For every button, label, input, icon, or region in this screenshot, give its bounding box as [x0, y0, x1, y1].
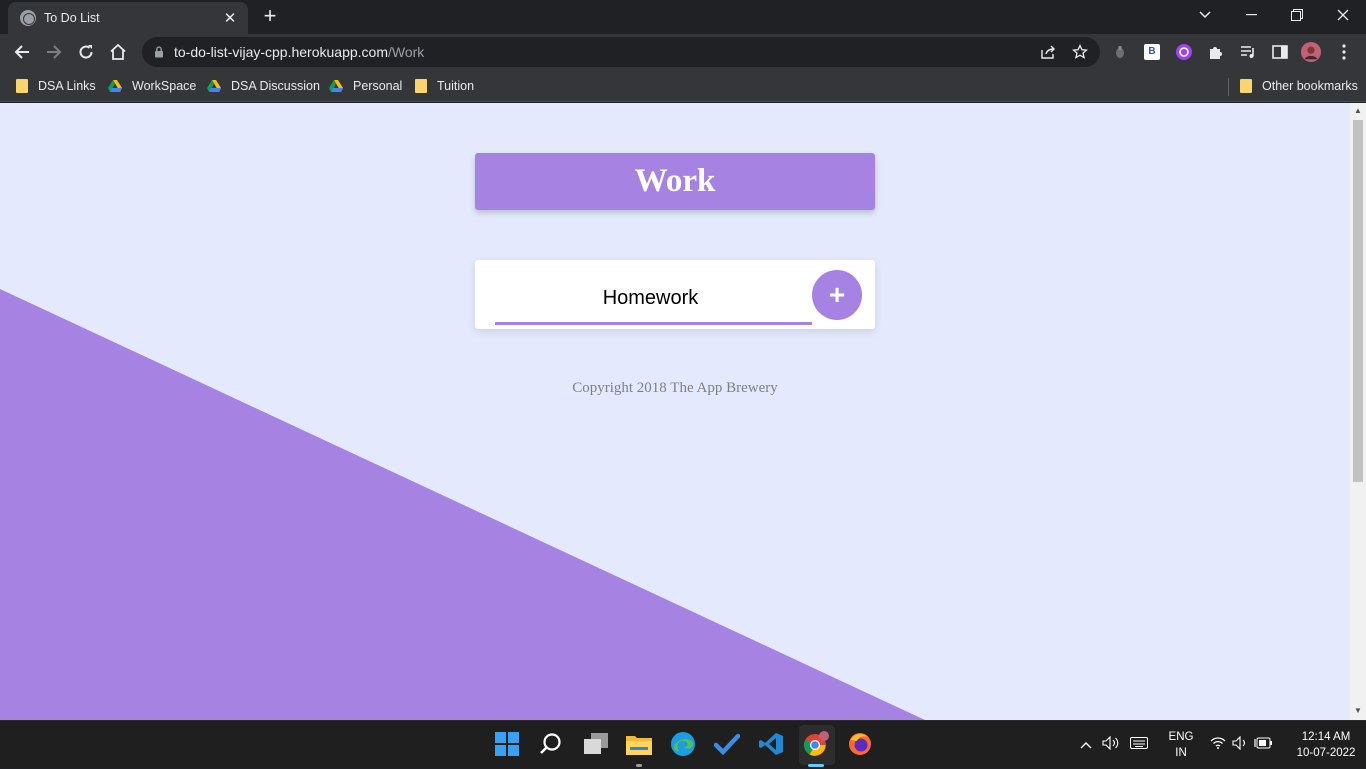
home-button[interactable]: [104, 38, 132, 66]
edge-browser-icon[interactable]: [670, 731, 696, 757]
restore-button[interactable]: [1274, 0, 1320, 30]
list-heading-box: Work: [475, 153, 875, 210]
bookmark-dsa-discussion[interactable]: DSA Discussion: [207, 77, 320, 95]
side-panel-icon[interactable]: [1270, 42, 1290, 62]
minimize-button[interactable]: [1228, 0, 1274, 30]
menu-kebab-icon[interactable]: [1334, 42, 1354, 62]
vscode-icon[interactable]: [758, 731, 784, 757]
windows-start-icon[interactable]: [494, 731, 520, 757]
todo-app-icon[interactable]: [714, 731, 740, 757]
folder-icon: [1240, 79, 1252, 93]
restore-icon: [1291, 9, 1303, 21]
tab-strip: To Do List ✕ +: [0, 0, 1366, 34]
clock[interactable]: 12:14 AM 10-07-2022: [1292, 729, 1360, 761]
chevron-down-icon: [1199, 11, 1211, 19]
search-icon[interactable]: [538, 731, 564, 757]
bookmark-tuition[interactable]: Tuition: [415, 77, 474, 95]
new-item-input[interactable]: [495, 274, 812, 325]
bookmark-star-icon[interactable]: [1071, 43, 1089, 61]
address-bar[interactable]: to-do-list-vijay-cpp.herokuapp.com/Work: [142, 37, 1100, 67]
firefox-icon[interactable]: [847, 731, 873, 757]
keyboard-icon[interactable]: [1130, 736, 1148, 754]
windows-taskbar: ENG IN 12:14 AM 10-07-2022: [0, 720, 1366, 768]
scroll-thumb[interactable]: [1353, 120, 1363, 482]
bookmark-personal[interactable]: Personal: [329, 77, 402, 95]
bookmark-workspace[interactable]: WorkSpace: [108, 77, 196, 95]
folder-icon: [415, 79, 427, 93]
scroll-down-arrow[interactable]: ▼: [1353, 706, 1363, 716]
scroll-up-arrow[interactable]: ▲: [1353, 106, 1363, 116]
lock-icon[interactable]: [150, 43, 168, 61]
volume-icon[interactable]: [1232, 735, 1248, 755]
close-window-button[interactable]: [1320, 0, 1366, 30]
explorer-open-indicator: [636, 764, 642, 767]
arrow-right-icon: [47, 45, 62, 59]
add-item-button[interactable]: +: [812, 270, 862, 320]
language-indicator[interactable]: ENG IN: [1166, 729, 1196, 761]
google-drive-icon: [108, 80, 122, 92]
new-item-form: +: [475, 260, 875, 329]
forward-button[interactable]: [40, 38, 68, 66]
close-icon: [1337, 9, 1349, 21]
folder-icon: [16, 79, 28, 93]
footer-copyright: Copyright 2018 The App Brewery: [572, 380, 778, 396]
url-text[interactable]: to-do-list-vijay-cpp.herokuapp.com/Work: [174, 44, 424, 60]
browser-toolbar: to-do-list-vijay-cpp.herokuapp.com/Work …: [0, 34, 1366, 70]
speaker-icon[interactable]: [1102, 735, 1120, 755]
reload-button[interactable]: [72, 38, 100, 66]
media-queue-icon[interactable]: [1238, 42, 1258, 62]
task-view-icon[interactable]: [583, 731, 609, 757]
close-tab-icon[interactable]: ✕: [222, 9, 238, 27]
reload-icon: [79, 45, 93, 59]
browser-tab[interactable]: To Do List ✕: [8, 2, 248, 34]
minimize-icon: [1245, 14, 1257, 16]
chrome-icon[interactable]: [803, 731, 829, 757]
page-scrollbar[interactable]: ▲ ▼: [1350, 103, 1366, 720]
globe-icon: [20, 10, 36, 26]
back-button[interactable]: [8, 38, 36, 66]
extensions-puzzle-icon[interactable]: [1206, 42, 1226, 62]
system-tray: ENG IN 12:14 AM 10-07-2022: [1078, 721, 1360, 769]
new-tab-button[interactable]: +: [258, 5, 282, 29]
chrome-active-indicator: [808, 764, 824, 767]
extension-icon[interactable]: [1110, 42, 1130, 62]
tab-search-button[interactable]: [1182, 0, 1228, 30]
tab-title: To Do List: [44, 11, 100, 25]
bookmarks-bar: DSA Links WorkSpace DSA Discussion Perso…: [0, 70, 1366, 102]
purple-extension-icon[interactable]: [1174, 42, 1194, 62]
google-drive-icon: [207, 80, 221, 92]
bookmark-dsa-links[interactable]: DSA Links: [16, 77, 96, 95]
arrow-left-icon: [14, 45, 29, 59]
b-extension-icon[interactable]: B: [1142, 42, 1162, 62]
profile-avatar[interactable]: [1301, 42, 1321, 62]
chevron-up-icon[interactable]: [1078, 736, 1094, 754]
share-icon[interactable]: [1039, 43, 1057, 61]
other-bookmarks[interactable]: Other bookmarks: [1240, 77, 1358, 95]
list-title: Work: [634, 163, 716, 199]
google-drive-icon: [329, 80, 343, 92]
page-viewport: Work + Copyright 2018 The App Brewery ▲ …: [0, 103, 1366, 720]
wifi-icon[interactable]: [1210, 736, 1226, 754]
home-icon: [110, 43, 126, 60]
file-explorer-icon[interactable]: [626, 731, 652, 757]
battery-icon[interactable]: [1254, 736, 1272, 754]
bookmarks-divider: [1228, 78, 1229, 96]
